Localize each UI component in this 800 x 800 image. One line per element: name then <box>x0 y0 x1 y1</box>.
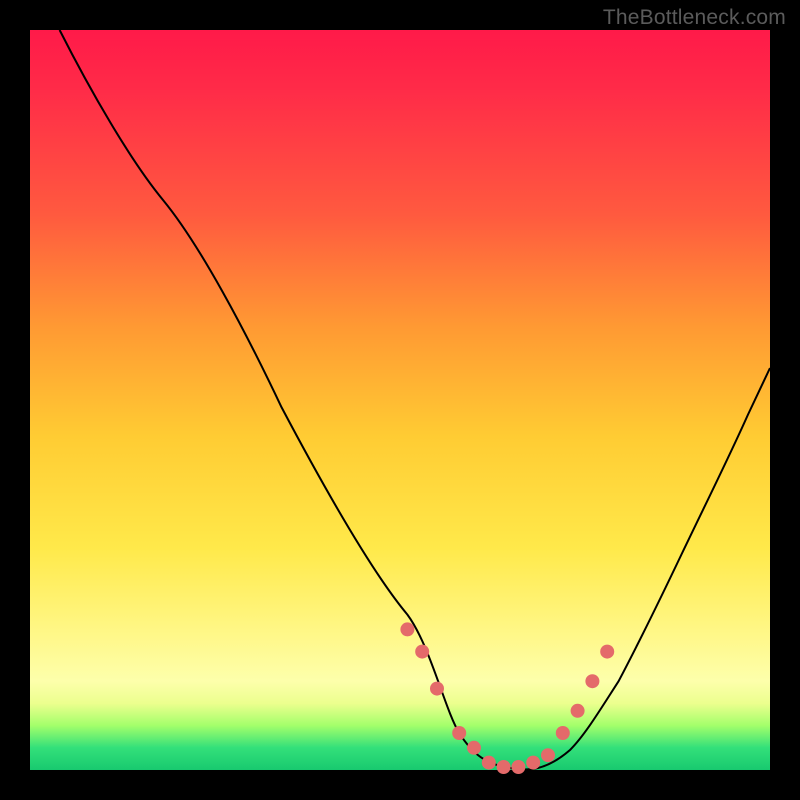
chart-svg <box>30 30 770 770</box>
data-point <box>497 760 511 774</box>
data-point <box>511 760 525 774</box>
data-point <box>482 756 496 770</box>
data-point <box>452 726 466 740</box>
data-point <box>526 756 540 770</box>
data-point <box>585 674 599 688</box>
watermark-text: TheBottleneck.com <box>603 6 786 30</box>
data-point <box>571 704 585 718</box>
data-point <box>556 726 570 740</box>
data-point <box>541 748 555 762</box>
fit-curve <box>60 30 770 769</box>
data-point <box>400 622 414 636</box>
data-point <box>467 741 481 755</box>
data-point <box>415 645 429 659</box>
data-point <box>600 645 614 659</box>
chart-frame: TheBottleneck.com <box>0 0 800 800</box>
data-point <box>430 682 444 696</box>
plot-area <box>30 30 770 770</box>
